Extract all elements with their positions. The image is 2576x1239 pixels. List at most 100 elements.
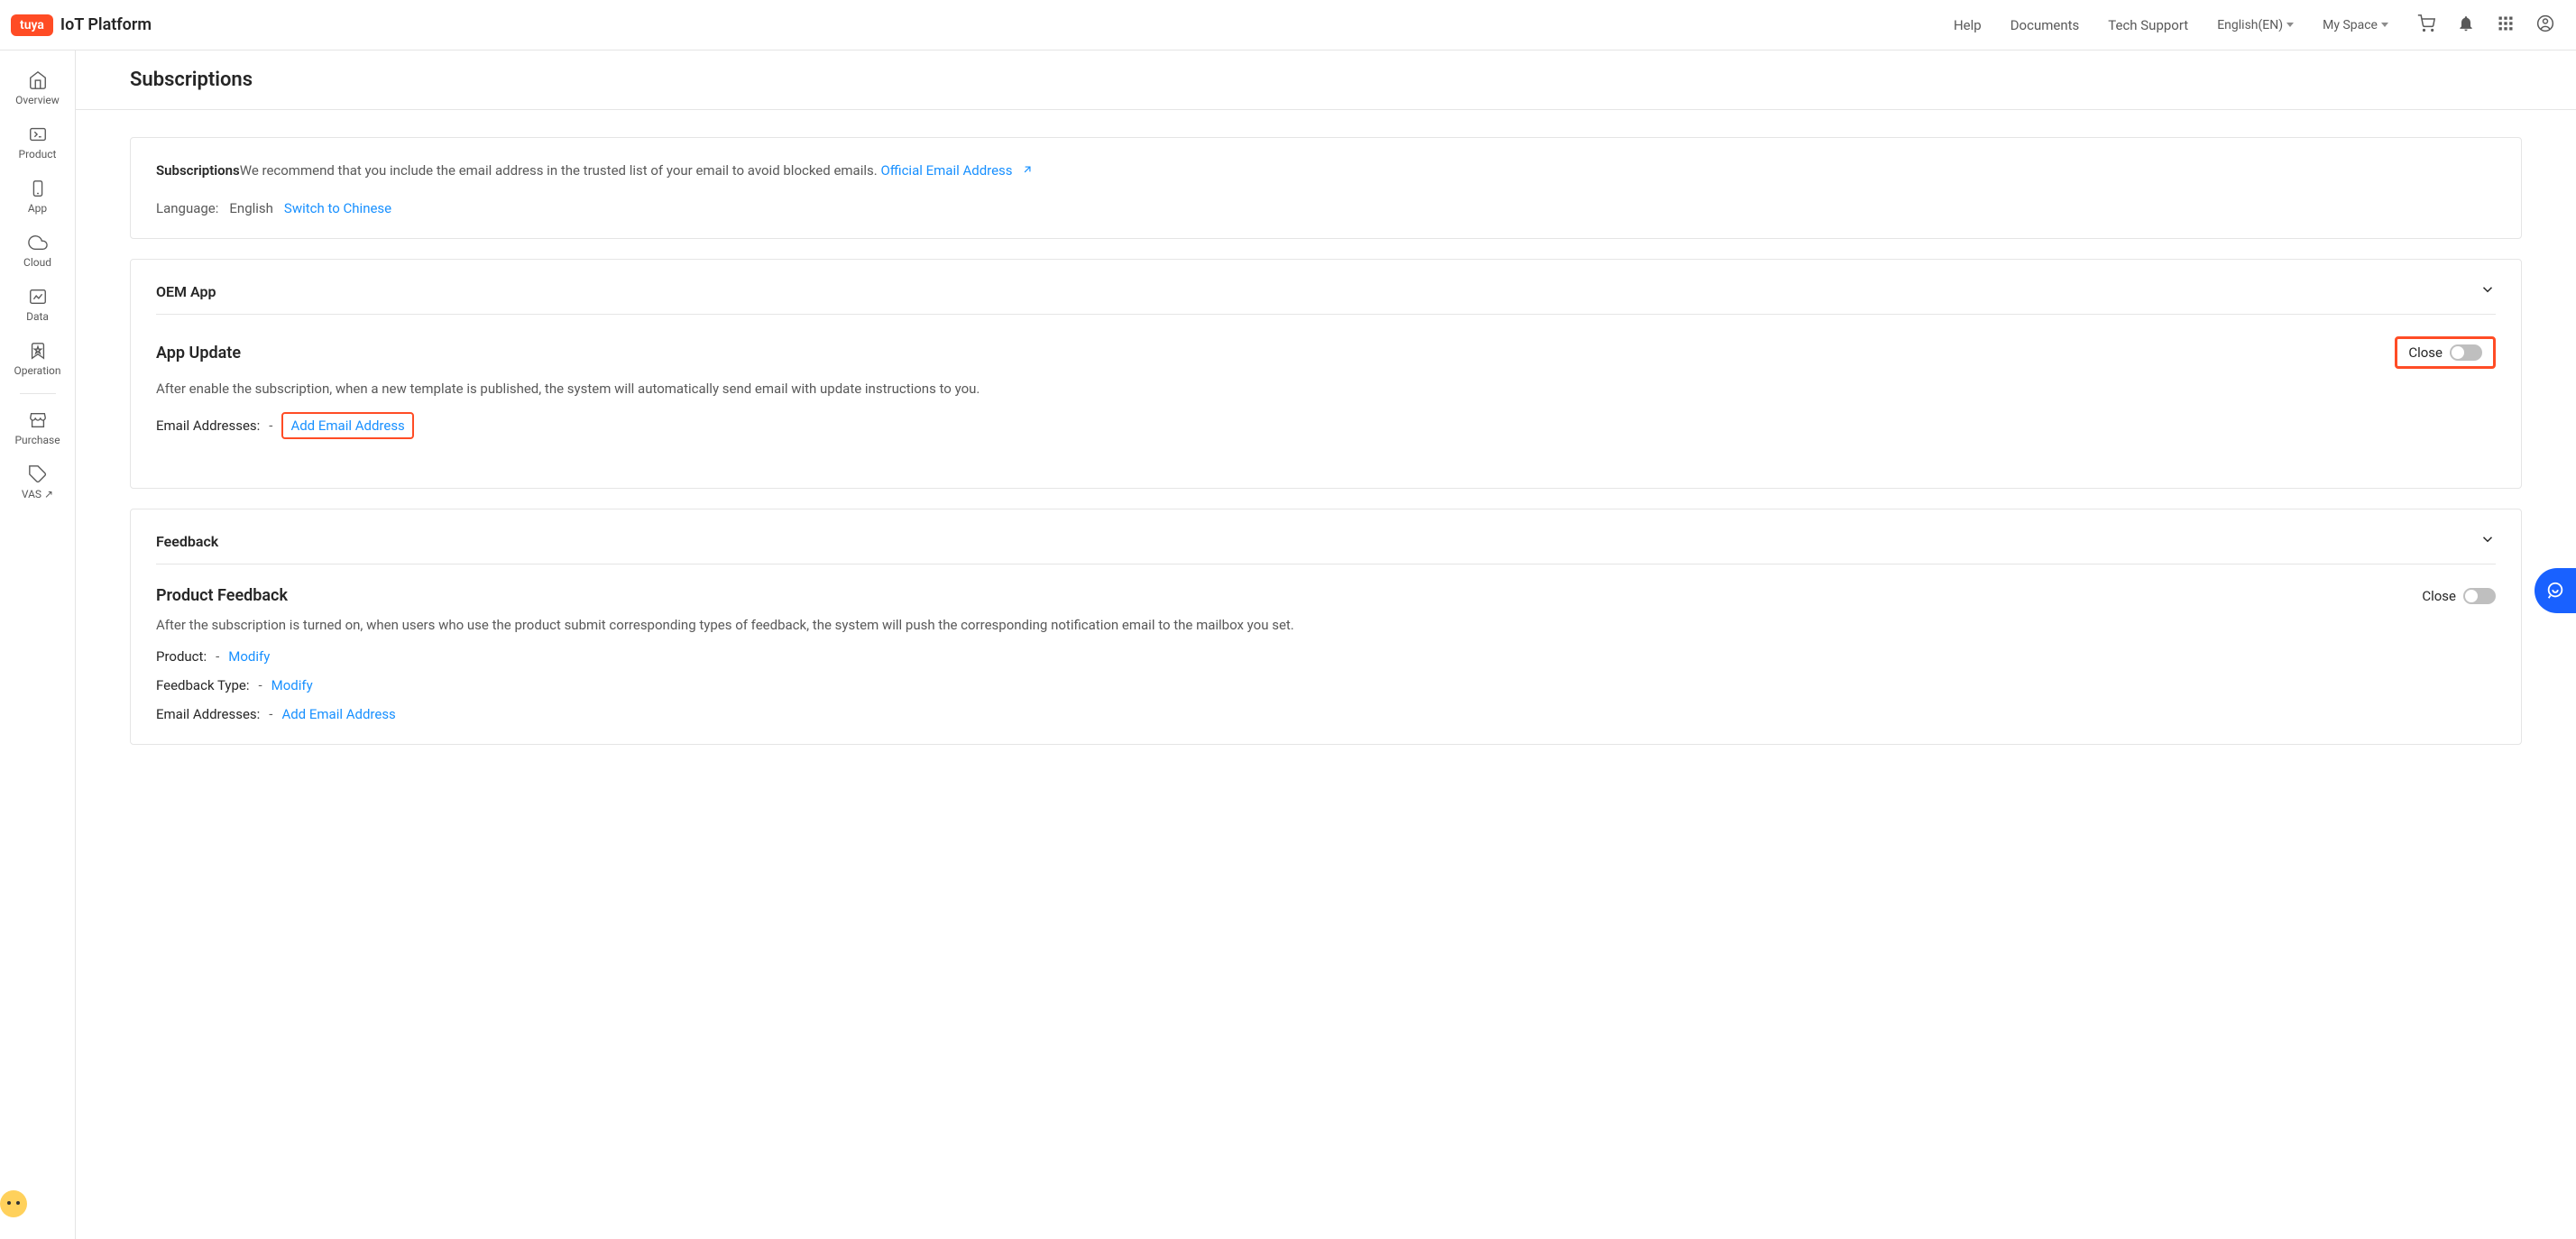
feedback-type-label: Feedback Type:: [156, 677, 250, 693]
product-feedback-title: Product Feedback: [156, 586, 288, 605]
product-feedback-toggle-wrap: Close: [2422, 588, 2496, 604]
sidebar-item-vas[interactable]: VAS ↗: [0, 455, 75, 509]
oem-section-title: OEM App: [156, 283, 216, 300]
email-label: Email Addresses:: [156, 418, 260, 434]
sidebar-item-purchase[interactable]: Purchase: [0, 401, 75, 455]
sidebar-item-operation[interactable]: Operation: [0, 332, 75, 386]
sidebar-divider: [20, 393, 56, 394]
notice-prefix: Subscriptions: [156, 162, 240, 179]
header-icons: [2417, 14, 2554, 36]
notice-text: SubscriptionsWe recommend that you inclu…: [156, 160, 2496, 182]
feedback-type-value: -: [259, 677, 262, 693]
main: Subscriptions SubscriptionsWe recommend …: [76, 50, 2576, 792]
feedback-add-email-link[interactable]: Add Email Address: [281, 706, 395, 722]
language-label: Language:: [156, 200, 218, 216]
feedback-card: Feedback Product Feedback Close After th…: [130, 509, 2522, 745]
nav-tech-support[interactable]: Tech Support: [2108, 17, 2188, 33]
nav-language-label: English(EN): [2217, 18, 2283, 32]
product-label: Product:: [156, 648, 207, 665]
add-email-highlight: Add Email Address: [281, 412, 413, 439]
language-row: Language: English Switch to Chinese: [156, 200, 2496, 216]
nav-help[interactable]: Help: [1954, 17, 1982, 33]
switch-language-link[interactable]: Switch to Chinese: [284, 200, 391, 216]
product-value: -: [216, 648, 219, 665]
home-icon: [28, 70, 48, 90]
product-modify-link[interactable]: Modify: [228, 648, 270, 665]
feedback-email-label: Email Addresses:: [156, 706, 260, 722]
chart-icon: [28, 287, 48, 307]
official-email-link[interactable]: Official Email Address: [880, 162, 1012, 179]
feedback-type-row: Feedback Type: - Modify: [156, 677, 2496, 693]
sidebar-label: Data: [26, 310, 49, 323]
notice-body: We recommend that you include the email …: [240, 162, 878, 179]
nav-my-space-label: My Space: [2323, 18, 2378, 32]
oem-section-header: OEM App: [156, 281, 2496, 315]
sidebar-item-product[interactable]: Product: [0, 115, 75, 170]
header-nav: Help Documents Tech Support English(EN) …: [1954, 14, 2554, 36]
logo-area[interactable]: tuya IoT Platform: [11, 14, 152, 36]
product-feedback-header: Product Feedback Close: [156, 586, 2496, 605]
chat-support-button[interactable]: [2535, 568, 2576, 613]
feedback-section-title: Feedback: [156, 533, 218, 550]
sidebar-label: VAS ↗: [22, 488, 53, 500]
feedback-type-modify-link[interactable]: Modify: [271, 677, 313, 693]
app-update-toggle-label: Close: [2408, 344, 2443, 361]
header: tuya IoT Platform Help Documents Tech Su…: [0, 0, 2576, 50]
page-title-bar: Subscriptions: [76, 50, 2576, 110]
logo-text: IoT Platform: [60, 15, 152, 34]
add-email-link[interactable]: Add Email Address: [290, 418, 404, 434]
chevron-down-icon[interactable]: [2479, 281, 2496, 301]
chevron-down-icon[interactable]: [2479, 531, 2496, 551]
mascot-icon[interactable]: [0, 1190, 27, 1217]
bookmark-star-icon: [28, 341, 48, 361]
user-icon[interactable]: [2536, 14, 2554, 36]
sidebar-label: App: [28, 202, 47, 215]
chat-icon: [2545, 581, 2565, 601]
sidebar-item-cloud[interactable]: Cloud: [0, 224, 75, 278]
sidebar-item-overview[interactable]: Overview: [0, 61, 75, 115]
nav-documents[interactable]: Documents: [2010, 17, 2080, 33]
app-update-toggle-highlight: Close: [2395, 336, 2496, 369]
sidebar-label: Product: [19, 148, 57, 161]
terminal-icon: [28, 124, 48, 144]
email-value: -: [269, 418, 272, 434]
caret-down-icon: [2381, 23, 2388, 27]
product-row: Product: - Modify: [156, 648, 2496, 665]
product-feedback-toggle[interactable]: [2463, 588, 2496, 604]
sidebar-label: Cloud: [23, 256, 51, 269]
sidebar-label: Overview: [15, 94, 60, 106]
feedback-email-row: Email Addresses: - Add Email Address: [156, 706, 2496, 722]
sidebar-label: Purchase: [14, 434, 60, 446]
store-icon: [28, 410, 48, 430]
product-feedback-section: Product Feedback Close After the subscri…: [156, 586, 2496, 722]
nav-language-dropdown[interactable]: English(EN): [2217, 18, 2294, 32]
app-update-header: App Update Close: [156, 336, 2496, 369]
cloud-icon: [28, 233, 48, 252]
content: SubscriptionsWe recommend that you inclu…: [76, 110, 2576, 792]
nav-my-space-dropdown[interactable]: My Space: [2323, 18, 2388, 32]
language-value: English: [229, 200, 273, 216]
email-addresses-row: Email Addresses: - Add Email Address: [156, 412, 2496, 439]
sidebar: Overview Product App Cloud Data Operatio…: [0, 50, 76, 1239]
oem-app-card: OEM App App Update Close After enable th…: [130, 259, 2522, 489]
product-feedback-toggle-label: Close: [2422, 588, 2456, 604]
sidebar-label: Operation: [14, 364, 60, 377]
app-update-desc: After enable the subscription, when a ne…: [156, 378, 2496, 399]
notice-card: SubscriptionsWe recommend that you inclu…: [130, 137, 2522, 239]
bell-icon[interactable]: [2457, 14, 2475, 36]
caret-down-icon: [2286, 23, 2294, 27]
sidebar-item-app[interactable]: App: [0, 170, 75, 224]
app-update-toggle[interactable]: [2450, 344, 2482, 361]
app-update-title: App Update: [156, 344, 241, 363]
feedback-section-header: Feedback: [156, 531, 2496, 564]
product-feedback-desc: After the subscription is turned on, whe…: [156, 614, 2496, 636]
page-title: Subscriptions: [130, 69, 2522, 91]
app-update-section: App Update Close After enable the subscr…: [156, 336, 2496, 466]
sidebar-item-data[interactable]: Data: [0, 278, 75, 332]
feedback-email-value: -: [269, 706, 272, 722]
tag-icon: [28, 464, 48, 484]
phone-icon: [28, 179, 48, 198]
external-link-icon: [1021, 161, 1034, 182]
cart-icon[interactable]: [2417, 14, 2435, 36]
grid-icon[interactable]: [2497, 14, 2515, 36]
